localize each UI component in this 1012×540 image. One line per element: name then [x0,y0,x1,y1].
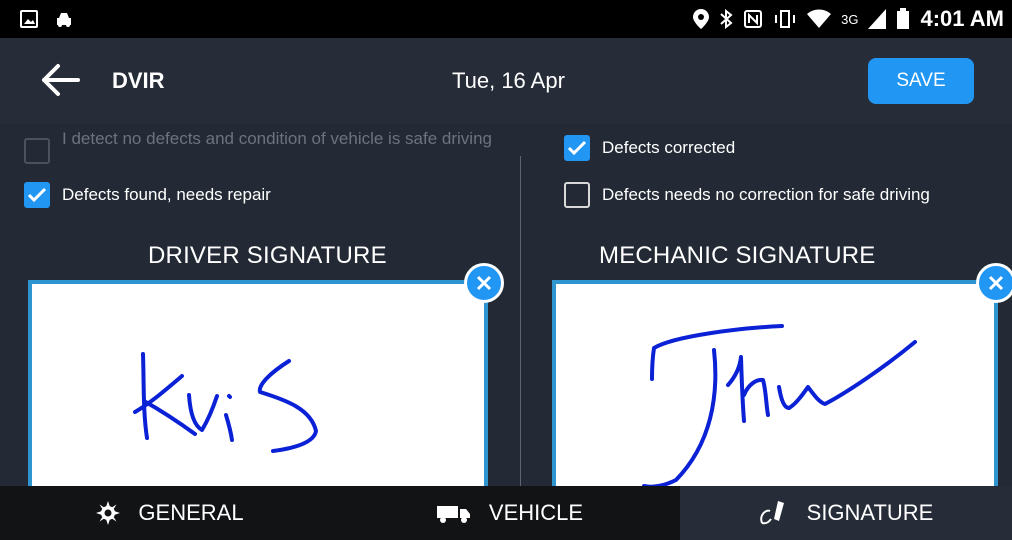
back-arrow-icon[interactable] [40,62,80,98]
defects-corrected-label: Defects corrected [602,138,736,157]
defects-found-label: Defects found, needs repair [62,185,271,204]
signature-icon [759,501,784,525]
defects-found-option[interactable]: Defects found, needs repair [24,182,271,208]
defects-corrected-option[interactable]: Defects corrected [564,135,735,161]
save-button[interactable]: SAVE [868,58,974,104]
battery-icon [897,8,910,29]
defects-corrected-checkbox[interactable] [564,135,590,161]
location-icon [693,9,710,29]
driver-signature-pad[interactable] [28,280,488,492]
status-left-icons [20,9,74,29]
tab-vehicle-label: VEHICLE [488,500,584,525]
no-correction-label: Defects needs no correction for safe dri… [602,185,930,204]
mechanic-signature-pad[interactable] [552,280,998,492]
car-notification-icon [57,13,71,27]
network-type: 3G [841,11,859,27]
wifi-icon [807,9,832,28]
no-defects-option[interactable]: I detect no defects and condition of veh… [24,129,502,164]
driver-signature-title: DRIVER SIGNATURE [148,242,387,269]
truck-icon [436,506,470,523]
page-title: DVIR [112,68,165,93]
status-bar: 3G 4:01 AM [0,0,1012,38]
bottom-navigation: GENERAL VEHICLE SIGNATURE [0,486,1012,540]
status-right-icons: 3G 4:01 AM [693,6,1004,32]
mechanic-signature-title: MECHANIC SIGNATURE [599,242,876,269]
close-icon [476,275,492,291]
tab-vehicle[interactable]: VEHICLE [340,486,680,540]
tab-signature-label: SIGNATURE [806,500,934,525]
checkmark-icon [567,140,587,156]
no-correction-option[interactable]: Defects needs no correction for safe dri… [564,182,930,208]
image-notification-icon [20,10,38,28]
top-app-bar: DVIR Tue, 16 Apr SAVE [0,38,1012,124]
clear-driver-signature-button[interactable] [464,263,504,303]
bluetooth-icon [720,9,733,29]
close-icon [988,275,1004,291]
vibrate-icon [775,10,796,28]
no-correction-checkbox[interactable] [564,182,590,208]
gear-icon [96,501,121,525]
driver-signature-drawing [133,352,318,453]
checkmark-icon [27,187,47,203]
inspection-date: Tue, 16 Apr [452,68,565,93]
no-defects-checkbox[interactable] [24,138,50,164]
nfc-icon [744,10,763,28]
no-defects-label: I detect no defects and condition of veh… [62,129,492,148]
tab-general-label: GENERAL [138,500,244,525]
mechanic-signature-drawing [642,324,917,488]
status-time: 4:01 AM [920,6,1004,31]
cell-signal-icon [868,9,887,29]
defects-found-checkbox[interactable] [24,182,50,208]
clear-mechanic-signature-button[interactable] [976,263,1012,303]
column-divider [520,156,521,488]
signature-content: I detect no defects and condition of veh… [0,124,1012,492]
tab-general[interactable]: GENERAL [0,486,340,540]
tab-signature[interactable]: SIGNATURE [680,486,1012,540]
